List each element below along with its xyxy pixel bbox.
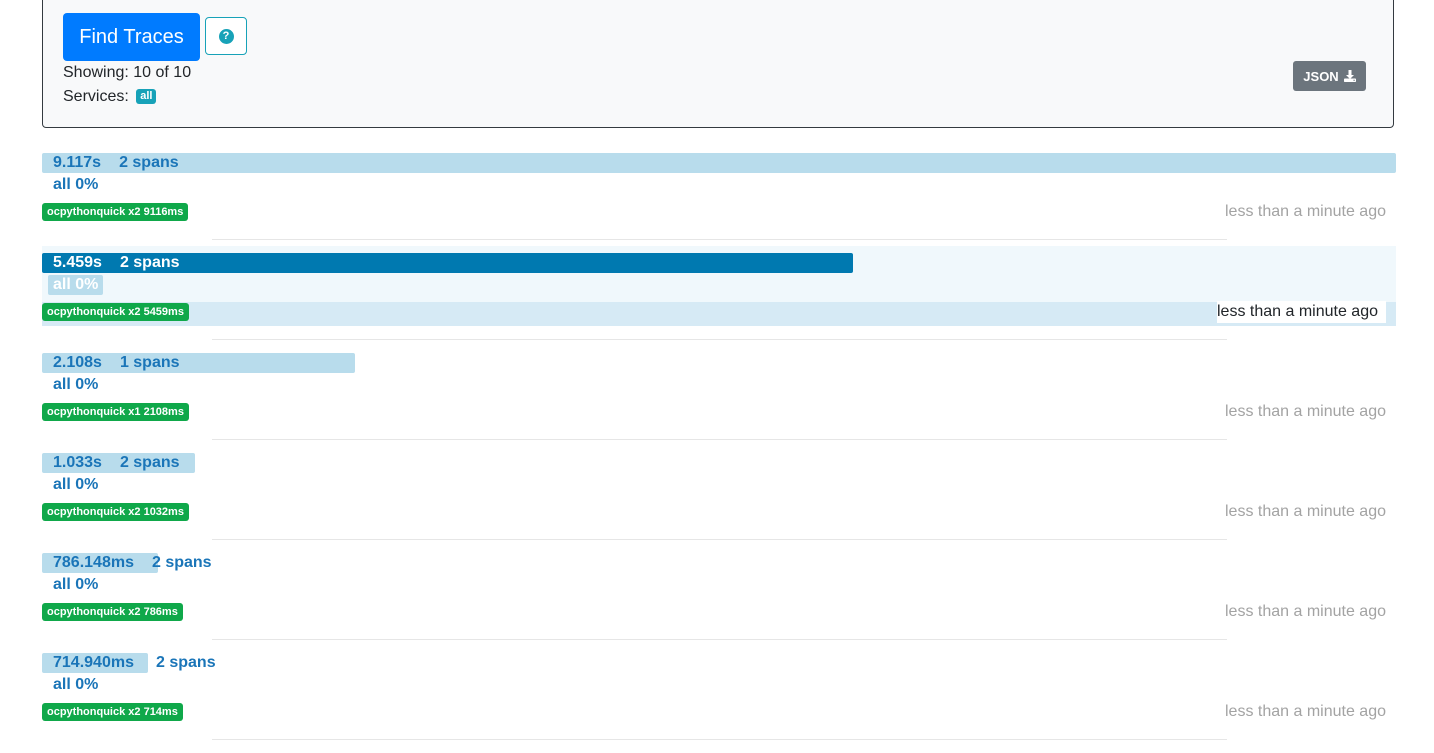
question-circle-icon: ? [218, 28, 234, 44]
trace-row-divider [212, 639, 1227, 640]
trace-row-divider [212, 339, 1227, 340]
trace-duration[interactable]: 2.108s [53, 353, 102, 373]
showing-count: Showing: 10 of 10 [63, 64, 192, 81]
trace-service-badge[interactable]: ocpythonquick x2 786ms [42, 603, 183, 621]
trace-service-percentage: all 0% [48, 275, 104, 295]
trace-timestamp: less than a minute ago [1225, 703, 1386, 720]
trace-timestamp: less than a minute ago [1225, 203, 1386, 220]
trace-service-percentage: all 0% [53, 676, 99, 693]
services-filter: Services: all [63, 88, 157, 106]
trace-row-divider [212, 739, 1227, 740]
search-panel: Find Traces ? Showing: 10 of 10 Services… [42, 0, 1394, 128]
trace-span-count: 2 spans [119, 254, 180, 271]
trace-service-badge[interactable]: ocpythonquick x1 2108ms [42, 403, 189, 421]
trace-service-badge[interactable]: ocpythonquick x2 5459ms [42, 303, 189, 321]
trace-duration[interactable]: 786.148ms [53, 553, 134, 573]
json-button-label: JSON [1303, 68, 1339, 84]
trace-span-count: 2 spans [151, 554, 212, 571]
json-download-button[interactable]: JSON [1293, 61, 1366, 91]
trace-duration[interactable]: 714.940ms [53, 653, 134, 673]
trace-row[interactable]: 5.459s 2 spans all 0% ocpythonquick x2 5459… [42, 246, 1396, 353]
trace-service-percentage: all 0% [53, 476, 99, 493]
trace-service-percentage: all 0% [53, 376, 99, 393]
trace-row-divider [212, 439, 1227, 440]
trace-row-divider [212, 239, 1227, 240]
trace-duration[interactable]: 1.033s [53, 453, 102, 473]
trace-row-divider [212, 539, 1227, 540]
services-badge[interactable]: all [136, 89, 157, 105]
trace-span-count: 2 spans [119, 454, 180, 471]
trace-service-badge[interactable]: ocpythonquick x2 1032ms [42, 503, 189, 521]
trace-timestamp: less than a minute ago [1225, 603, 1386, 620]
trace-service-badge[interactable]: ocpythonquick x2 9116ms [42, 203, 189, 221]
trace-span-count: 2 spans [156, 654, 216, 671]
trace-service-percentage: all 0% [53, 176, 99, 193]
trace-row[interactable]: 1.033s 2 spans all 0% ocpythonquick x2 1032… [42, 453, 1396, 553]
trace-row[interactable]: 714.940ms 2 spans all 0% ocpythonquick x2 7… [42, 653, 1396, 753]
trace-timestamp: less than a minute ago [1225, 403, 1386, 420]
trace-timestamp: less than a minute ago [1217, 301, 1386, 323]
download-icon [1343, 70, 1356, 82]
trace-row[interactable]: 2.108s 1 spans all 0% ocpythonquick x1 2108… [42, 353, 1396, 453]
trace-duration[interactable]: 5.459s [53, 253, 102, 273]
find-traces-button[interactable]: Find Traces [63, 13, 200, 61]
trace-duration-bar [42, 153, 1396, 173]
trace-row[interactable]: 9.117s 2 spans all 0% ocpythonquick x2 9116… [42, 153, 1396, 253]
services-label: Services: [63, 88, 129, 105]
trace-timestamp: less than a minute ago [1225, 503, 1386, 520]
trace-span-count: 1 spans [119, 354, 180, 371]
trace-duration[interactable]: 9.117s [53, 153, 101, 173]
trace-service-percentage: all 0% [53, 576, 99, 593]
help-button[interactable]: ? [205, 17, 247, 55]
trace-service-badge[interactable]: ocpythonquick x2 714ms [42, 703, 183, 721]
trace-row[interactable]: 786.148ms 2 spans all 0% ocpythonquick x2 7… [42, 553, 1396, 653]
trace-span-count: 2 spans [119, 154, 179, 171]
